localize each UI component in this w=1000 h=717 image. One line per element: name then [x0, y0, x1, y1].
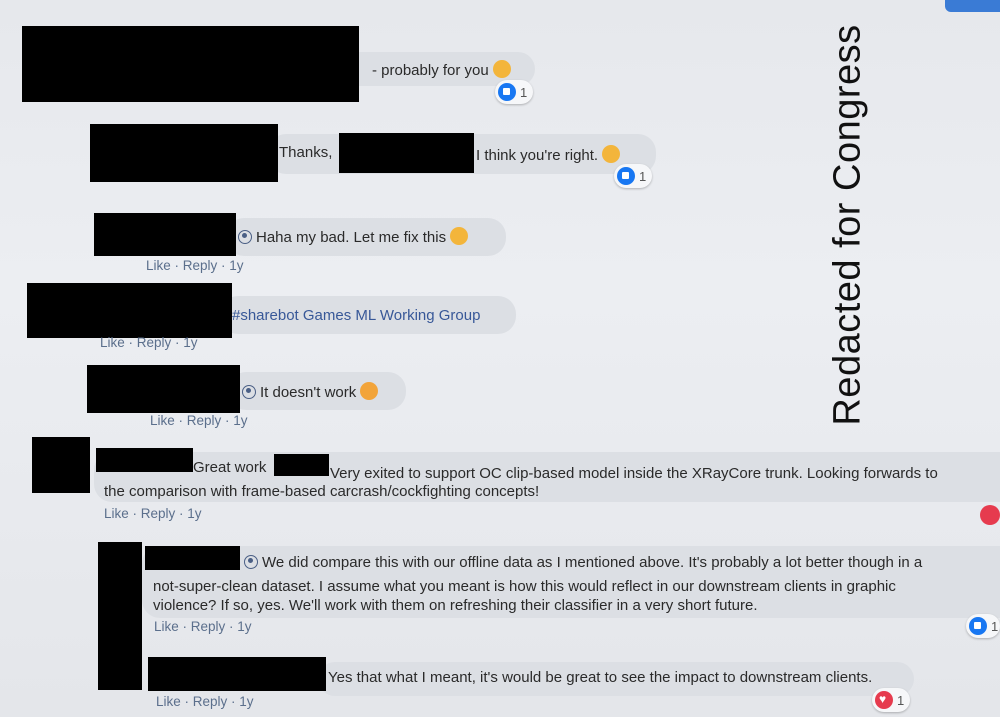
redacted-avatar-name-3 — [94, 213, 236, 256]
redacted-avatar-name-2 — [90, 124, 278, 182]
comment-4-meta: Like · Reply · 1y — [100, 335, 198, 350]
redacted-avatar-6 — [32, 437, 90, 493]
hashtag-link[interactable]: #sharebot Games ML Working Group — [232, 306, 480, 325]
age-label: 1y — [229, 258, 244, 273]
like-reaction-icon — [617, 167, 635, 185]
comment-7-text-1: We did compare this with our offline dat… — [262, 554, 923, 571]
comment-6-text-c: the comparison with frame-based carcrash… — [104, 483, 540, 500]
comment-bubble-8: Yes that what I meant, it's would be gre… — [318, 662, 914, 696]
comment-bubble-7: We did compare this with our offline dat… — [142, 546, 1000, 618]
reaction-count: 1 — [897, 692, 905, 708]
comment-bubble-4: #sharebot Games ML Working Group — [220, 296, 516, 334]
age-label: 1y — [239, 694, 254, 709]
smile-emoji-icon — [602, 145, 621, 163]
like-reaction-icon — [969, 617, 987, 635]
redacted-name-6 — [96, 448, 193, 472]
comment-7-text-2: not-super-clean dataset. I assume what y… — [153, 578, 896, 595]
comment-6-meta: Like · Reply · 1y — [104, 506, 202, 521]
comment-bubble-6: Great work Very exited to support OC cli… — [94, 452, 1000, 502]
reaction-badge-1[interactable]: 1 — [495, 80, 534, 104]
comment-6-text-a: Great work — [193, 459, 267, 476]
like-link[interactable]: Like — [156, 694, 181, 709]
comment-3-line: Haha my bad. Let me fix this — [238, 227, 469, 247]
comment-2-text-a: Thanks, — [279, 144, 333, 161]
like-link[interactable]: Like — [100, 335, 125, 350]
redacted-avatar-name-1 — [22, 26, 359, 102]
comment-2-text-b: I think you're right. — [476, 147, 599, 164]
redacted-name-8 — [148, 657, 326, 691]
reaction-count: 1 — [991, 618, 999, 634]
reply-link[interactable]: Reply — [191, 619, 226, 634]
age-label: 1y — [237, 619, 252, 634]
user-badge-icon — [242, 385, 256, 399]
user-badge-icon — [244, 555, 258, 569]
age-label: 1y — [183, 335, 198, 350]
comment-text: - probably for you — [372, 60, 511, 80]
like-link[interactable]: Like — [154, 619, 179, 634]
age-label: 1y — [233, 413, 248, 428]
reaction-badge-7[interactable]: 1 — [966, 614, 1000, 638]
reply-link[interactable]: Reply — [193, 694, 228, 709]
sad-emoji-icon — [360, 382, 379, 400]
watermark: Redacted for Congress — [826, 24, 869, 426]
like-link[interactable]: Like — [146, 258, 171, 273]
redacted-mention-6 — [274, 454, 329, 476]
reply-link[interactable]: Reply — [183, 258, 218, 273]
smile-emoji-icon — [492, 60, 511, 78]
comment-bubble-5: It doesn't work — [228, 372, 406, 410]
like-link[interactable]: Like — [150, 413, 175, 428]
like-link[interactable]: Like — [104, 506, 129, 521]
comment-6-text-b: Very exited to support OC clip-based mod… — [330, 465, 938, 482]
comment-8-meta: Like · Reply · 1y — [156, 694, 254, 709]
top-right-button[interactable] — [945, 0, 1000, 12]
comment-5-meta: Like · Reply · 1y — [150, 413, 248, 428]
reaction-count: 1 — [520, 84, 528, 100]
comment-bubble-3: Haha my bad. Let me fix this — [226, 218, 506, 256]
age-label: 1y — [187, 506, 202, 521]
redacted-mention-2 — [339, 133, 474, 173]
reaction-badge-2[interactable]: 1 — [614, 164, 653, 188]
reply-link[interactable]: Reply — [187, 413, 222, 428]
comment-5-line: It doesn't work — [242, 382, 379, 402]
comment-2-text-b-wrap: I think you're right. — [476, 145, 621, 165]
redacted-avatar-name-4 — [27, 283, 232, 338]
comment-3-text: Haha my bad. Let me fix this — [256, 229, 447, 246]
user-badge-icon — [238, 230, 252, 244]
comment-8-text: Yes that what I meant, it's would be gre… — [328, 669, 873, 686]
redacted-name-7 — [145, 546, 240, 570]
comment-7-meta: Like · Reply · 1y — [154, 619, 252, 634]
love-reaction-icon — [875, 691, 893, 709]
redacted-avatar-7 — [98, 542, 142, 690]
comment-3-meta: Like · Reply · 1y — [146, 258, 244, 273]
love-reaction-icon[interactable] — [980, 505, 1000, 525]
redacted-avatar-name-5 — [87, 365, 240, 413]
smile-emoji-icon — [450, 227, 469, 245]
reaction-badge-8[interactable]: 1 — [872, 688, 911, 712]
comment-5-text: It doesn't work — [260, 384, 357, 401]
comment-7-line-1: We did compare this with our offline dat… — [244, 553, 922, 572]
like-reaction-icon — [498, 83, 516, 101]
comment-1-text: - probably for you — [372, 62, 489, 79]
reply-link[interactable]: Reply — [137, 335, 172, 350]
reaction-count: 1 — [639, 168, 647, 184]
reply-link[interactable]: Reply — [141, 506, 176, 521]
comment-7-text-3: violence? If so, yes. We'll work with th… — [153, 597, 758, 614]
